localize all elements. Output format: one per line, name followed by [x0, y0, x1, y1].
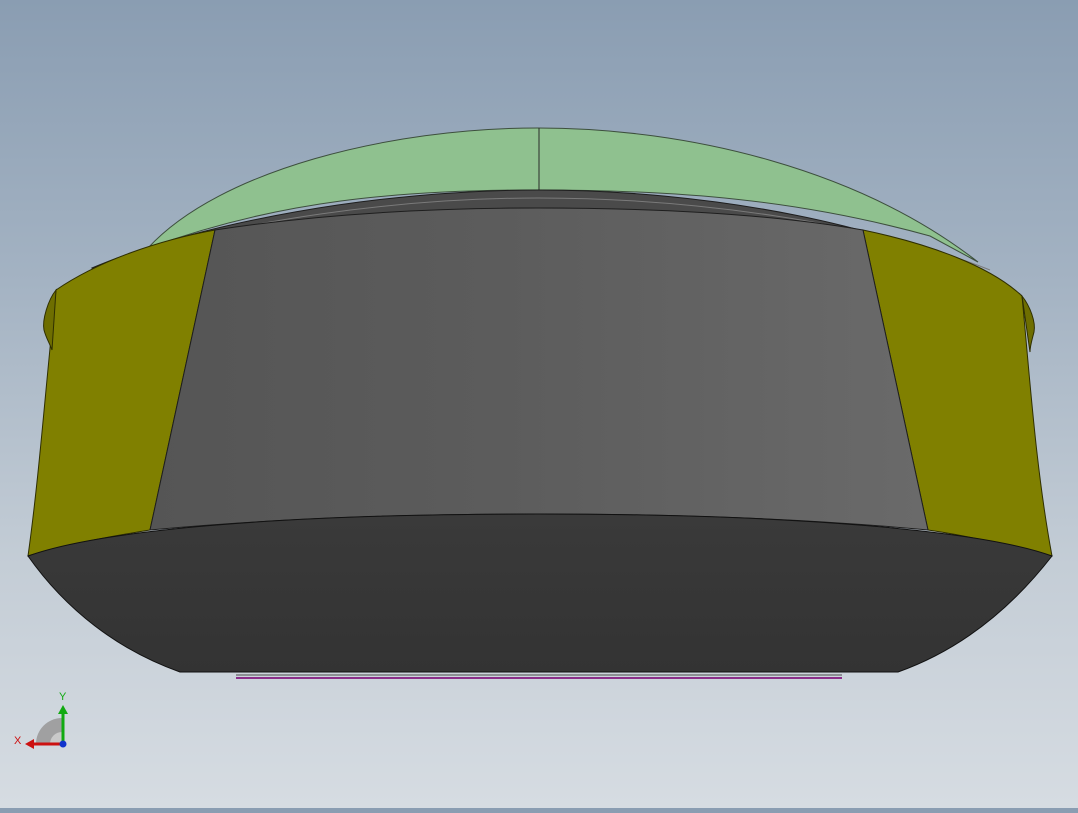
x-axis-label: X — [14, 735, 22, 747]
bottom-face — [27, 513, 1053, 673]
view-triad: Y X — [10, 686, 80, 756]
y-axis-arrow-icon — [58, 705, 68, 714]
x-axis-arrow-icon — [25, 739, 34, 749]
y-axis-label: Y — [59, 691, 67, 703]
triad-svg: Y X — [14, 691, 68, 749]
front-face — [149, 207, 929, 531]
z-axis-dot-icon — [59, 740, 67, 748]
model-svg — [27, 127, 1053, 679]
model-viewport[interactable] — [0, 0, 1078, 808]
